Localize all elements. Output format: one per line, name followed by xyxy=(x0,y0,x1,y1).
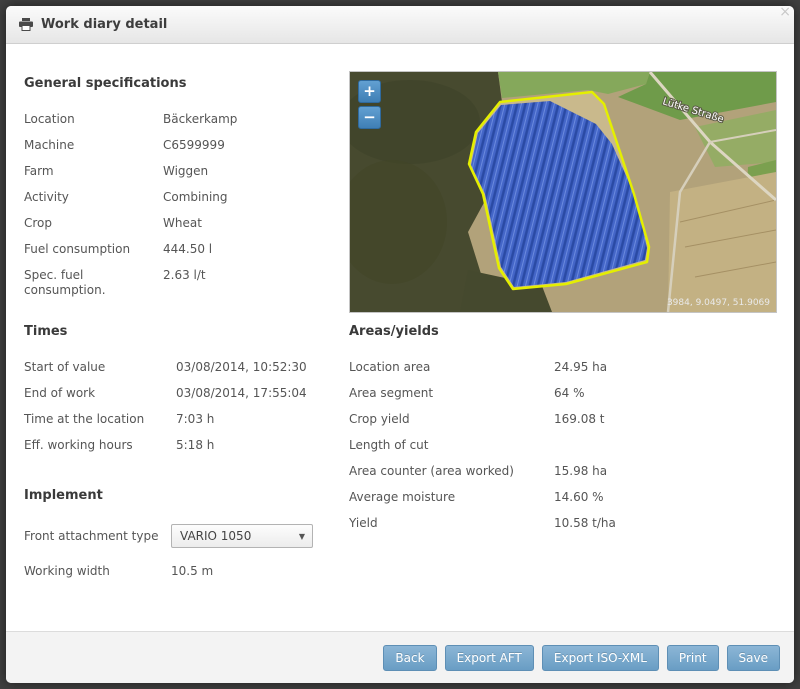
close-icon[interactable]: × xyxy=(779,4,791,20)
times-section: Times Start of value03/08/2014, 10:52:30… xyxy=(24,324,344,464)
implement-section: Implement Front attachment type VARIO 10… xyxy=(24,488,354,594)
times-row: Eff. working hours5:18 h xyxy=(24,438,344,453)
areas-row: Area segment64 % xyxy=(349,386,779,401)
spec-label: Location xyxy=(24,112,163,127)
back-button[interactable]: Back xyxy=(383,645,436,671)
areas-label: Location area xyxy=(349,360,554,375)
areas-value: 10.58 t/ha xyxy=(554,516,616,531)
areas-value: 169.08 t xyxy=(554,412,605,427)
spec-value: Wheat xyxy=(163,216,202,231)
working-width-row: Working width 10.5 m xyxy=(24,559,354,583)
areas-row: Crop yield169.08 t xyxy=(349,412,779,427)
front-attachment-selected-value: VARIO 1050 xyxy=(180,529,251,543)
spec-label: Crop xyxy=(24,216,163,231)
front-attachment-row: Front attachment type VARIO 1050 ▼ xyxy=(24,524,354,548)
spec-row: MachineC6599999 xyxy=(24,138,344,153)
work-diary-icon xyxy=(19,18,33,31)
times-value: 03/08/2014, 10:52:30 xyxy=(176,360,307,375)
times-row: Time at the location7:03 h xyxy=(24,412,344,427)
areas-value: 15.98 ha xyxy=(554,464,607,479)
areas-label: Area counter (area worked) xyxy=(349,464,554,479)
times-row: End of work03/08/2014, 17:55:04 xyxy=(24,386,344,401)
dialog-header: Work diary detail xyxy=(6,6,794,44)
spec-label: Activity xyxy=(24,190,163,205)
times-label: Eff. working hours xyxy=(24,438,176,453)
areas-label: Area segment xyxy=(349,386,554,401)
spec-row: Spec. fuel consumption.2.63 l/t xyxy=(24,268,344,298)
spec-value: Bäckerkamp xyxy=(163,112,237,127)
areas-value: 64 % xyxy=(554,386,585,401)
front-attachment-select[interactable]: VARIO 1050 ▼ xyxy=(171,524,313,548)
areas-row: Average moisture14.60 % xyxy=(349,490,779,505)
spec-row: ActivityCombining xyxy=(24,190,344,205)
areas-value: 24.95 ha xyxy=(554,360,607,375)
times-value: 5:18 h xyxy=(176,438,214,453)
spec-row: CropWheat xyxy=(24,216,344,231)
working-width-value: 10.5 m xyxy=(171,564,213,578)
areas-label: Yield xyxy=(349,516,554,531)
satellite-map-image: Lütke Straße 3984, 9.0497, 51.9069 xyxy=(350,72,776,312)
map-coordinates: 3984, 9.0497, 51.9069 xyxy=(667,298,770,308)
dialog-title: Work diary detail xyxy=(41,17,167,32)
export-iso-xml-button[interactable]: Export ISO-XML xyxy=(542,645,659,671)
times-label: Start of value xyxy=(24,360,176,375)
zoom-out-button[interactable]: − xyxy=(358,106,381,129)
times-value: 03/08/2014, 17:55:04 xyxy=(176,386,307,401)
spec-label: Fuel consumption xyxy=(24,242,163,257)
implement-heading: Implement xyxy=(24,488,354,503)
spec-row: LocationBäckerkamp xyxy=(24,112,344,127)
times-heading: Times xyxy=(24,324,344,339)
areas-row: Length of cut xyxy=(349,438,779,453)
export-aft-button[interactable]: Export AFT xyxy=(445,645,534,671)
spec-label: Spec. fuel consumption. xyxy=(24,268,163,298)
spec-value: 2.63 l/t xyxy=(163,268,206,298)
general-specifications-heading: General specifications xyxy=(24,76,344,91)
front-attachment-label: Front attachment type xyxy=(24,529,171,543)
work-diary-dialog: Work diary detail General specifications… xyxy=(6,6,794,683)
areas-yields-heading: Areas/yields xyxy=(349,324,779,339)
spec-label: Farm xyxy=(24,164,163,179)
times-row: Start of value03/08/2014, 10:52:30 xyxy=(24,360,344,375)
spec-value: Combining xyxy=(163,190,228,205)
print-button[interactable]: Print xyxy=(667,645,719,671)
areas-row: Location area24.95 ha xyxy=(349,360,779,375)
working-width-label: Working width xyxy=(24,564,171,578)
areas-row: Yield10.58 t/ha xyxy=(349,516,779,531)
field-map[interactable]: Lütke Straße 3984, 9.0497, 51.9069 + − xyxy=(349,71,777,313)
spec-value: Wiggen xyxy=(163,164,208,179)
spec-value: C6599999 xyxy=(163,138,225,153)
spec-row: FarmWiggen xyxy=(24,164,344,179)
chevron-down-icon: ▼ xyxy=(299,532,305,541)
areas-value: 14.60 % xyxy=(554,490,604,505)
areas-label: Length of cut xyxy=(349,438,554,453)
areas-yields-section: Areas/yields Location area24.95 ha Area … xyxy=(349,324,779,542)
spec-row: Fuel consumption444.50 l xyxy=(24,242,344,257)
zoom-in-button[interactable]: + xyxy=(358,80,381,103)
general-specifications-section: General specifications LocationBäckerkam… xyxy=(24,76,344,309)
times-value: 7:03 h xyxy=(176,412,214,427)
times-label: End of work xyxy=(24,386,176,401)
spec-label: Machine xyxy=(24,138,163,153)
areas-label: Average moisture xyxy=(349,490,554,505)
areas-label: Crop yield xyxy=(349,412,554,427)
spec-value: 444.50 l xyxy=(163,242,212,257)
areas-row: Area counter (area worked)15.98 ha xyxy=(349,464,779,479)
dialog-footer: Back Export AFT Export ISO-XML Print Sav… xyxy=(6,631,794,683)
times-label: Time at the location xyxy=(24,412,176,427)
save-button[interactable]: Save xyxy=(727,645,780,671)
page-background: × Work diary detail General specificatio… xyxy=(0,0,800,689)
